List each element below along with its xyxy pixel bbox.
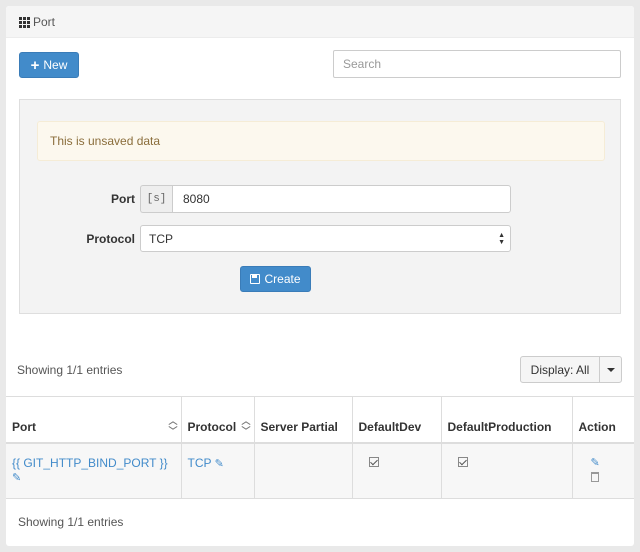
entries-count-top: Showing 1/1 entries	[17, 363, 123, 377]
port-panel: Port + New This is unsaved data Port [s]…	[6, 6, 634, 546]
unsaved-alert: This is unsaved data	[37, 121, 605, 161]
display-dropdown[interactable]: Display: All	[520, 356, 622, 383]
port-label: Port	[111, 192, 135, 206]
pencil-icon[interactable]: ✎	[12, 471, 21, 484]
protocol-label: Protocol	[86, 232, 135, 246]
cell-default-production	[441, 442, 573, 499]
action-icons: ✎	[579, 456, 629, 482]
select-arrows-icon: ▲ ▼	[498, 232, 505, 246]
display-caret[interactable]	[600, 357, 621, 382]
panel-header: Port	[6, 6, 634, 38]
create-button-label: Create	[264, 272, 301, 286]
display-label[interactable]: Display: All	[521, 357, 600, 382]
protocol-select-value: TCP	[149, 231, 173, 246]
sort-icon[interactable]: ︿ ﹀	[168, 416, 177, 436]
table-row: {{ GIT_HTTP_BIND_PORT }} ✎ TCP ✎ ✎	[6, 442, 634, 499]
create-form: This is unsaved data Port [s] Protocol T…	[19, 99, 621, 314]
pencil-icon[interactable]: ✎	[215, 457, 224, 470]
cell-default-dev	[352, 442, 442, 499]
save-icon	[250, 274, 261, 284]
column-header-port[interactable]: Port ︿ ﹀	[6, 396, 182, 444]
cell-protocol: TCP ✎	[181, 442, 255, 499]
create-button[interactable]: Create	[240, 266, 311, 292]
checkbox-icon[interactable]	[457, 456, 468, 467]
port-input-group: [s]	[140, 185, 511, 213]
checkbox-icon[interactable]	[368, 456, 379, 467]
new-button-label: New	[43, 58, 68, 72]
plus-icon: +	[30, 56, 40, 74]
caret-down-icon	[606, 367, 615, 372]
protocol-link[interactable]: TCP	[188, 456, 212, 470]
cell-action: ✎	[572, 442, 634, 499]
column-header-default-production: DefaultProduction	[441, 396, 573, 444]
pencil-icon[interactable]: ✎	[591, 456, 600, 469]
table-header-row: Port ︿ ﹀ Protocol ︿ ﹀ Server Partial Defau…	[6, 396, 634, 444]
port-link[interactable]: {{ GIT_HTTP_BIND_PORT }}	[12, 456, 168, 470]
panel-title: Port	[33, 15, 56, 29]
protocol-select[interactable]: TCP ▲ ▼	[140, 225, 511, 252]
column-header-action: Action	[572, 396, 634, 444]
column-header-protocol[interactable]: Protocol ︿ ﹀	[181, 396, 255, 444]
cell-port: {{ GIT_HTTP_BIND_PORT }} ✎	[6, 442, 182, 499]
entries-count-bottom: Showing 1/1 entries	[18, 515, 124, 529]
search-input[interactable]	[333, 50, 621, 78]
port-table: Port ︿ ﹀ Protocol ︿ ﹀ Server Partial Defau…	[6, 396, 634, 499]
sort-icon[interactable]: ︿ ﹀	[241, 416, 250, 436]
column-header-server-partial: Server Partial	[254, 396, 353, 444]
grid-icon	[19, 17, 30, 28]
port-addon: [s]	[140, 185, 172, 213]
port-field[interactable]	[172, 185, 511, 213]
new-button[interactable]: + New	[19, 52, 79, 78]
cell-server-partial	[254, 442, 353, 499]
column-header-default-dev: DefaultDev	[352, 396, 442, 444]
trash-icon[interactable]	[590, 471, 599, 482]
